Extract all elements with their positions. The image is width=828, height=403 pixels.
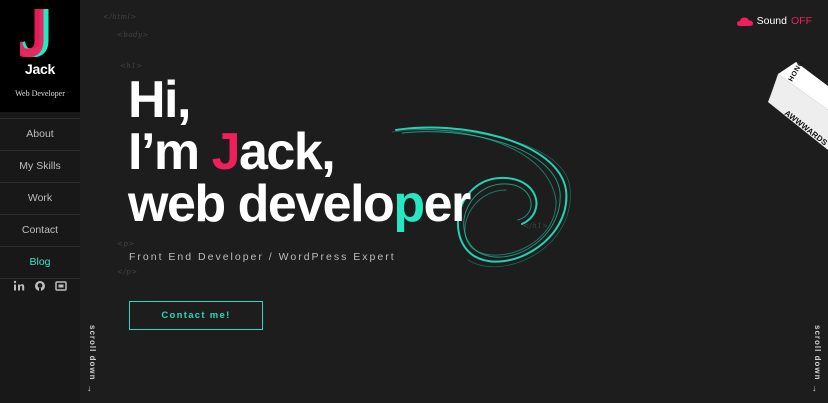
hero-line-3-suffix: er (423, 175, 472, 233)
nav-item-blog[interactable]: Blog (0, 246, 80, 279)
nav-item-about[interactable]: About (0, 118, 80, 150)
hero-line-2: I’m Jack, (128, 126, 470, 178)
awwwards-ribbon[interactable]: HONORS AWWWARDS (768, 62, 828, 152)
hero-highlight-p: p (393, 175, 425, 233)
code-tag-h1-open: <h1> (120, 62, 143, 70)
hero-line-1: Hi, (128, 71, 191, 129)
linkedin-icon[interactable] (13, 279, 25, 291)
hero-line-3: web developer (128, 175, 472, 233)
hero-highlight-j: J (211, 123, 241, 181)
main-nav: About My Skills Work Contact Blog (0, 118, 80, 279)
code-tag-body: <body> (117, 31, 149, 39)
logo[interactable]: Jack Web Developer (0, 0, 80, 112)
logo-name: Jack (25, 61, 55, 77)
github-icon[interactable] (34, 279, 46, 291)
logo-j-icon (20, 9, 49, 57)
hero-line-2-suffix: ack, (239, 123, 336, 181)
social-links (0, 279, 80, 291)
codepen-icon[interactable] (55, 279, 67, 291)
hero-line-3-prefix: web develo (128, 175, 395, 233)
sound-state: OFF (791, 15, 812, 27)
arrow-down-icon: ↓ (87, 383, 92, 393)
scroll-down-right[interactable]: scroll down ↓ (811, 325, 823, 395)
nav-item-work[interactable]: Work (0, 182, 80, 214)
sidebar: Jack Web Developer About My Skills Work … (0, 0, 80, 403)
scroll-down-label: scroll down (88, 325, 97, 381)
hero-line-2-prefix: I’m (128, 123, 212, 181)
code-tag-p-open: <p> (117, 240, 135, 248)
logo-role: Web Developer (15, 89, 65, 98)
hero-subtitle: Front End Developer / WordPress Expert (129, 251, 396, 263)
nav-item-contact[interactable]: Contact (0, 214, 80, 246)
scroll-down-left[interactable]: scroll down ↓ (86, 325, 98, 395)
contact-button[interactable]: Contact me! (129, 301, 263, 330)
sound-toggle[interactable]: Sound OFF (736, 15, 812, 27)
arrow-down-icon: ↓ (812, 383, 817, 393)
nav-item-my-skills[interactable]: My Skills (0, 150, 80, 182)
sound-label: Sound (756, 15, 787, 27)
code-tag-html: </html> (103, 13, 137, 21)
code-tag-p-close: </p> (117, 268, 138, 276)
cloud-icon (736, 17, 753, 26)
hero-heading: Hi, I’m Jack, web developer (128, 71, 472, 233)
scroll-down-label: scroll down (813, 325, 822, 381)
